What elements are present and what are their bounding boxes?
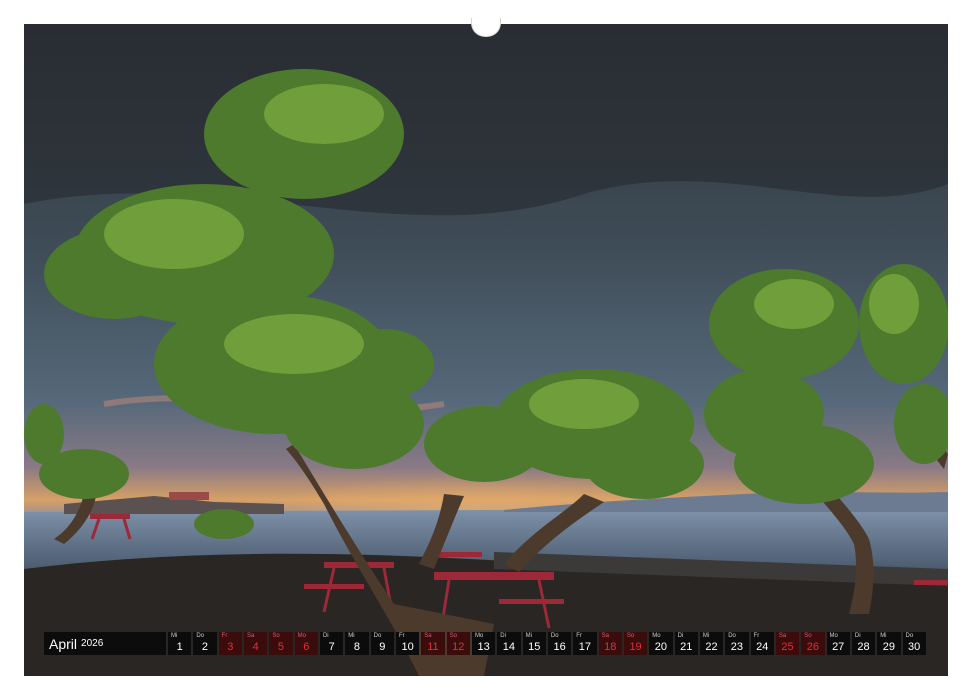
weekday-abbrev: Sa <box>601 633 609 639</box>
weekday-abbrev: Do <box>550 633 559 639</box>
day-cell: Sa 11 <box>421 632 445 655</box>
day-number: 28 <box>857 641 870 653</box>
day-number: 25 <box>781 641 794 653</box>
weekday-abbrev: Mi <box>348 633 355 639</box>
photo-landscape <box>24 24 948 676</box>
day-number: 16 <box>553 641 566 653</box>
day-cell: So 26 <box>801 632 825 655</box>
day-cell: Fr 17 <box>573 632 597 655</box>
day-number: 5 <box>277 641 285 653</box>
day-number: 22 <box>705 641 718 653</box>
day-cell: Mi 22 <box>699 632 724 655</box>
day-cell: Sa 25 <box>775 632 800 655</box>
day-cell: Sa 4 <box>243 632 268 655</box>
day-number: 2 <box>201 641 209 653</box>
day-number: 20 <box>654 641 668 653</box>
weekday-abbrev: So <box>804 633 812 639</box>
day-cell: Sa 18 <box>598 632 622 655</box>
day-number: 12 <box>452 641 465 653</box>
day-cell: Fr 3 <box>218 632 242 655</box>
day-number: 15 <box>528 641 541 653</box>
day-number: 19 <box>629 641 642 653</box>
calendar-photo <box>24 24 948 676</box>
day-cell: Do 9 <box>370 632 394 655</box>
day-cell: Mi 1 <box>168 632 192 655</box>
day-cell: Do 30 <box>902 632 926 655</box>
day-number: 11 <box>427 641 439 653</box>
day-number: 29 <box>882 641 895 653</box>
day-cell: Do 16 <box>547 632 572 655</box>
day-number: 21 <box>680 641 693 653</box>
day-number: 13 <box>477 641 490 653</box>
day-number: 9 <box>379 641 386 653</box>
weekday-abbrev: Do <box>196 633 204 639</box>
weekday-abbrev: Di <box>322 633 329 639</box>
month-label-cell: April 2026 <box>44 632 166 655</box>
weekday-abbrev: Do <box>905 633 914 639</box>
weekday-abbrev: Di <box>854 633 861 639</box>
day-cell: Fr 10 <box>395 632 420 655</box>
day-number: 6 <box>303 641 310 653</box>
day-number: 3 <box>227 641 234 653</box>
weekday-abbrev: Sa <box>424 633 432 639</box>
weekday-abbrev: Di <box>677 633 684 639</box>
day-cell: Mi 29 <box>877 632 901 655</box>
day-number: 10 <box>401 641 414 653</box>
day-cell: Fr 24 <box>750 632 774 655</box>
day-number: 27 <box>832 641 845 653</box>
weekday-abbrev: Mo <box>829 633 838 639</box>
day-number: 4 <box>252 641 259 653</box>
day-cell: Mi 15 <box>522 632 546 655</box>
day-cell: Mo 20 <box>649 632 673 655</box>
day-cell: So 19 <box>623 632 648 655</box>
day-cell: So 5 <box>269 632 293 655</box>
weekday-abbrev: Mo <box>474 633 484 639</box>
weekday-abbrev: Di <box>500 633 506 639</box>
day-number: 8 <box>353 641 361 653</box>
day-cell: Di 28 <box>851 632 876 655</box>
day-cell: Do 2 <box>193 632 217 655</box>
day-cell: Mo 6 <box>294 632 318 655</box>
day-cell: Mi 8 <box>345 632 369 655</box>
weekday-abbrev: Mi <box>880 633 887 639</box>
weekday-abbrev: Mi <box>525 633 532 639</box>
weekday-abbrev: So <box>626 633 635 639</box>
day-cell: Di 7 <box>319 632 344 655</box>
weekday-abbrev: Fr <box>398 633 405 639</box>
month-name: April <box>49 635 78 652</box>
weekday-abbrev: Sa <box>778 633 787 639</box>
weekday-abbrev: Do <box>728 633 736 639</box>
weekday-abbrev: Mi <box>171 633 178 639</box>
weekday-abbrev: Do <box>373 633 382 639</box>
day-cell: Do 23 <box>725 632 749 655</box>
day-number: 26 <box>806 641 819 653</box>
day-cell: So 12 <box>446 632 470 655</box>
day-number: 7 <box>328 641 335 653</box>
day-number: 18 <box>604 641 617 653</box>
weekday-abbrev: Fr <box>753 633 760 639</box>
day-cell: Di 21 <box>674 632 698 655</box>
day-number: 14 <box>502 641 516 653</box>
weekday-abbrev: So <box>272 633 280 639</box>
weekday-abbrev: Mi <box>702 633 710 639</box>
day-cell: Mo 27 <box>826 632 850 655</box>
weekday-abbrev: Sa <box>246 633 255 639</box>
day-cell: Di 14 <box>497 632 521 655</box>
weekday-abbrev: Fr <box>576 633 582 639</box>
weekday-abbrev: So <box>449 633 457 639</box>
weekday-abbrev: Fr <box>221 633 228 639</box>
day-cell: Mo 13 <box>471 632 496 655</box>
day-number: 30 <box>908 641 921 653</box>
calendar-strip: April 2026 Mi 1 Do 2 Fr 3 Sa 4 So 5 Mo 6 Di 7 Mi 8 Do 9 Fr… <box>44 632 926 655</box>
weekday-abbrev: Mo <box>652 633 661 639</box>
day-number: 1 <box>176 641 183 653</box>
day-number: 17 <box>578 641 592 653</box>
day-number: 23 <box>730 641 743 653</box>
day-number: 24 <box>756 641 769 653</box>
year-label: 2026 <box>81 638 104 649</box>
weekday-abbrev: Mo <box>297 633 306 639</box>
